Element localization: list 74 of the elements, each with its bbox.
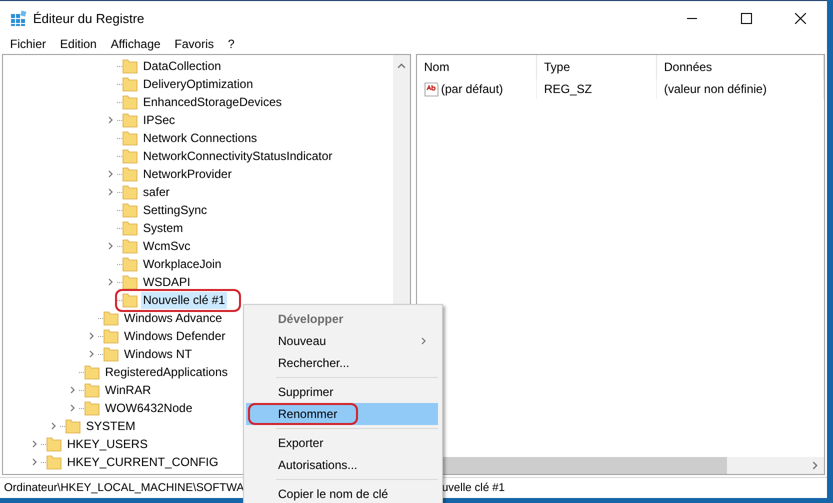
tree-item[interactable]: WSDAPI: [141, 274, 192, 290]
tree-item[interactable]: SYSTEM: [84, 418, 138, 434]
tree-item[interactable]: NetworkConnectivityStatusIndicator: [141, 148, 334, 164]
scroll-up-icon: [397, 61, 406, 70]
tree-item[interactable]: DataCollection: [141, 58, 224, 74]
menu-item[interactable]: Affichage: [104, 36, 168, 53]
tree-item[interactable]: IPSec: [141, 112, 178, 128]
folder-icon: [122, 130, 138, 146]
folder-icon: [122, 256, 138, 272]
tree-item[interactable]: RegisteredApplications: [103, 364, 230, 380]
folder-icon: [122, 238, 138, 254]
column-header[interactable]: Type: [537, 55, 657, 79]
folder-icon: [122, 166, 138, 182]
tree-item[interactable]: Windows Advance: [122, 310, 224, 326]
folder-icon: [122, 112, 138, 128]
tree-item[interactable]: safer: [141, 184, 172, 200]
tree-item[interactable]: NetworkProvider: [141, 166, 234, 182]
folder-icon: [122, 148, 138, 164]
folder-icon: [122, 76, 138, 92]
tree-item[interactable]: Nouvelle clé #1: [141, 292, 228, 308]
tree-item[interactable]: WcmSvc: [141, 238, 192, 254]
tree-item[interactable]: WinRAR: [103, 382, 154, 398]
folder-icon: [122, 292, 138, 308]
folder-icon: [122, 274, 138, 290]
folder-icon: [84, 364, 100, 380]
menu-item[interactable]: Favoris: [168, 36, 221, 53]
tree-item[interactable]: System: [141, 220, 186, 236]
menu-item[interactable]: Fichier: [3, 36, 54, 53]
folder-icon: [103, 310, 119, 326]
folder-icon: [122, 184, 138, 200]
menu-option[interactable]: Copier le nom de clé: [246, 483, 438, 503]
tree-item[interactable]: Windows Defender: [122, 328, 228, 344]
tree-item[interactable]: EnhancedStorageDevices: [141, 94, 284, 110]
registry-icon: [10, 10, 27, 27]
folder-icon: [46, 454, 62, 470]
value-name: (par défaut): [441, 82, 504, 96]
string-value-icon: [424, 82, 439, 96]
menu-option[interactable]: Renommer: [246, 403, 438, 425]
folder-icon: [84, 400, 100, 416]
tree-item[interactable]: SettingSync: [141, 202, 210, 218]
status-path: uvelle clé #1: [442, 482, 505, 494]
table-cell: REG_SZ: [537, 79, 657, 99]
tree-item[interactable]: HKEY_USERS: [65, 436, 150, 452]
folder-icon: [84, 382, 100, 398]
menu-item[interactable]: Edition: [53, 36, 104, 53]
menu-option[interactable]: Nouveau: [246, 330, 438, 352]
folder-icon: [122, 202, 138, 218]
menu-option[interactable]: Développer: [246, 308, 438, 330]
folder-icon: [46, 436, 62, 452]
folder-icon: [122, 94, 138, 110]
folder-icon: [122, 220, 138, 236]
tree-item[interactable]: Network Connections: [141, 130, 260, 146]
menu-option[interactable]: Exporter: [246, 432, 438, 454]
menu-option[interactable]: Supprimer: [246, 381, 438, 403]
status-path: Ordinateur\HKEY_LOCAL_MACHINE\SOFTWA: [4, 482, 244, 494]
menu-option[interactable]: Autorisations...: [246, 454, 438, 476]
tree-item[interactable]: Windows NT: [122, 346, 194, 362]
folder-icon: [122, 58, 138, 74]
tree-item[interactable]: WorkplaceJoin: [141, 256, 224, 272]
maximize-icon: [740, 13, 752, 24]
folder-icon: [65, 418, 81, 434]
folder-icon: [103, 328, 119, 344]
close-icon: [794, 13, 806, 24]
table-cell: (valeur non définie): [657, 79, 824, 99]
window-title: Éditeur du Registre: [33, 11, 144, 26]
column-header[interactable]: Données: [657, 55, 824, 79]
folder-icon: [103, 346, 119, 362]
menu-option[interactable]: Rechercher...: [246, 352, 438, 374]
column-header[interactable]: Nom: [417, 55, 537, 79]
menu-item[interactable]: ?: [220, 36, 242, 53]
scroll-right-icon: [811, 461, 820, 470]
tree-item[interactable]: HKEY_CURRENT_CONFIG: [65, 454, 220, 470]
tree-item[interactable]: WOW6432Node: [103, 400, 194, 416]
tree-item[interactable]: DeliveryOptimization: [141, 76, 256, 92]
